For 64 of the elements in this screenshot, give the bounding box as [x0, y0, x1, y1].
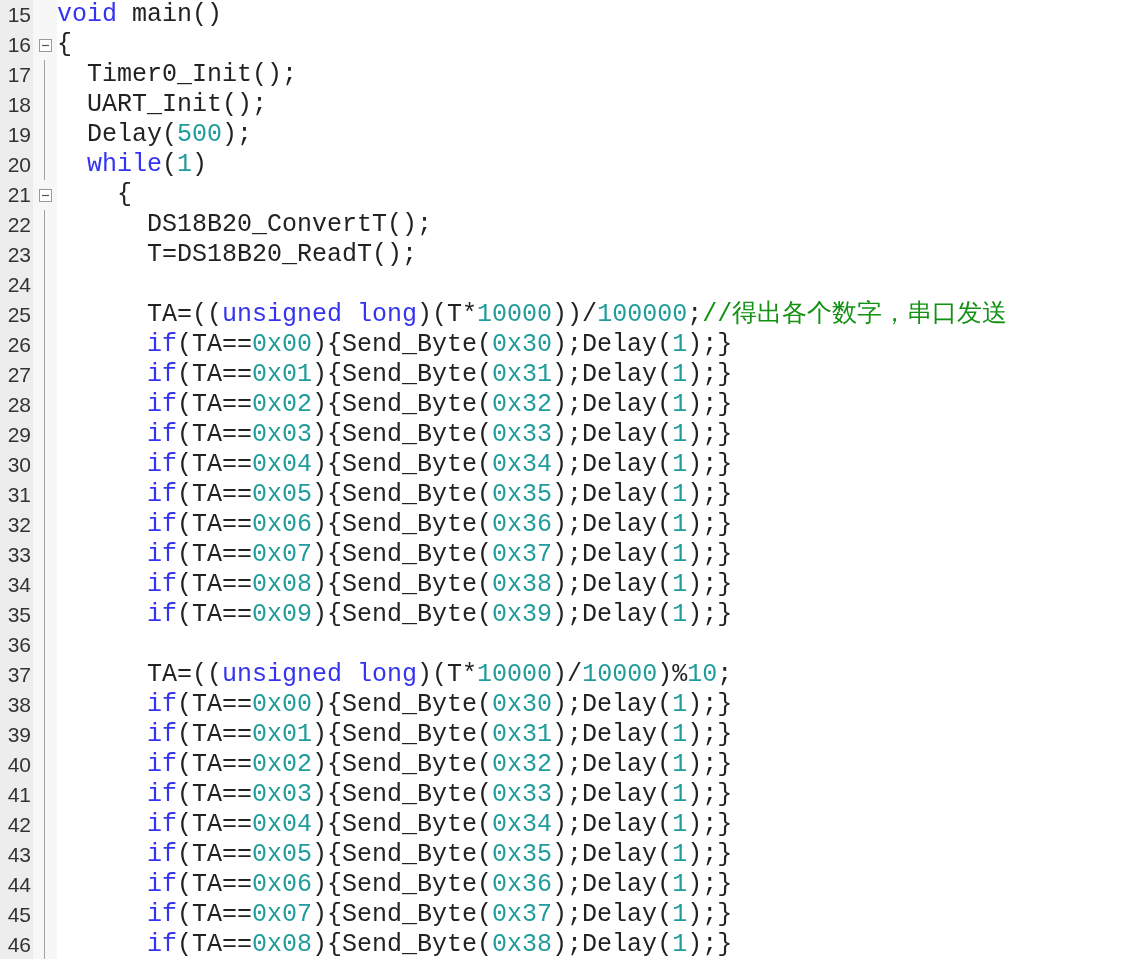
code-line: if(TA==0x00){Send_Byte(0x30);Delay(1);}	[146, 330, 733, 360]
line-number: 30	[6, 452, 32, 478]
code-line: {	[57, 30, 72, 60]
line-number: 16	[6, 32, 32, 58]
code-line: if(TA==0x01){Send_Byte(0x31);Delay(1);}	[146, 720, 733, 750]
line-number: 36	[6, 632, 32, 658]
line-number: 25	[6, 302, 32, 328]
line-number: 31	[6, 482, 32, 508]
code-line: if(TA==0x00){Send_Byte(0x30);Delay(1);}	[146, 690, 733, 720]
line-number: 42	[6, 812, 32, 838]
code-line: Timer0_Init();	[86, 60, 298, 90]
line-number: 26	[6, 332, 32, 358]
code-line: if(TA==0x06){Send_Byte(0x36);Delay(1);}	[146, 510, 733, 540]
line-number: 38	[6, 692, 32, 718]
line-number: 46	[6, 932, 32, 958]
code-line: if(TA==0x01){Send_Byte(0x31);Delay(1);}	[146, 360, 733, 390]
code-line: if(TA==0x06){Send_Byte(0x36);Delay(1);}	[146, 870, 733, 900]
line-number: 32	[6, 512, 32, 538]
code-line: if(TA==0x05){Send_Byte(0x35);Delay(1);}	[146, 480, 733, 510]
line-number: 40	[6, 752, 32, 778]
code-line: UART_Init();	[86, 90, 268, 120]
line-number: 23	[6, 242, 32, 268]
code-line: while(1)	[86, 150, 208, 180]
line-number: 41	[6, 782, 32, 808]
line-number: 28	[6, 392, 32, 418]
line-number: 18	[6, 92, 32, 118]
code-line: if(TA==0x08){Send_Byte(0x38);Delay(1);}	[146, 930, 733, 959]
line-number: 29	[6, 422, 32, 448]
line-number: 34	[6, 572, 32, 598]
code-line: if(TA==0x02){Send_Byte(0x32);Delay(1);}	[146, 390, 733, 420]
line-number: 33	[6, 542, 32, 568]
collapse-icon[interactable]	[38, 38, 52, 52]
code-line: Delay(500);	[86, 120, 253, 150]
code-line: if(TA==0x05){Send_Byte(0x35);Delay(1);}	[146, 840, 733, 870]
code-line: if(TA==0x02){Send_Byte(0x32);Delay(1);}	[146, 750, 733, 780]
code-line: void main()	[57, 0, 223, 30]
code-line: TA=((unsigned long)(T*10000))/100000;//得出各个数字，串口发送	[146, 300, 1008, 330]
line-number: 27	[6, 362, 32, 388]
line-number: 15	[6, 2, 32, 28]
line-number: 43	[6, 842, 32, 868]
code-line: if(TA==0x08){Send_Byte(0x38);Delay(1);}	[146, 570, 733, 600]
line-number: 24	[6, 272, 32, 298]
code-line: if(TA==0x09){Send_Byte(0x39);Delay(1);}	[146, 600, 733, 630]
line-number: 44	[6, 872, 32, 898]
line-number: 21	[6, 182, 32, 208]
collapse-icon[interactable]	[38, 188, 52, 202]
code-line: if(TA==0x07){Send_Byte(0x37);Delay(1);}	[146, 900, 733, 930]
line-number: 19	[6, 122, 32, 148]
code-line: if(TA==0x03){Send_Byte(0x33);Delay(1);}	[146, 420, 733, 450]
line-number: 17	[6, 62, 32, 88]
line-number: 22	[6, 212, 32, 238]
line-number: 20	[6, 152, 32, 178]
code-line: if(TA==0x07){Send_Byte(0x37);Delay(1);}	[146, 540, 733, 570]
code-line: if(TA==0x03){Send_Byte(0x33);Delay(1);}	[146, 780, 733, 810]
code-line: if(TA==0x04){Send_Byte(0x34);Delay(1);}	[146, 810, 733, 840]
code-line: TA=((unsigned long)(T*10000)/10000)%10;	[146, 660, 733, 690]
line-number: 37	[6, 662, 32, 688]
code-line: T=DS18B20_ReadT();	[146, 240, 418, 270]
line-number: 35	[6, 602, 32, 628]
code-line: DS18B20_ConvertT();	[146, 210, 433, 240]
line-number: 45	[6, 902, 32, 928]
line-number: 39	[6, 722, 32, 748]
code-line: if(TA==0x04){Send_Byte(0x34);Delay(1);}	[146, 450, 733, 480]
code-line: {	[116, 180, 132, 210]
